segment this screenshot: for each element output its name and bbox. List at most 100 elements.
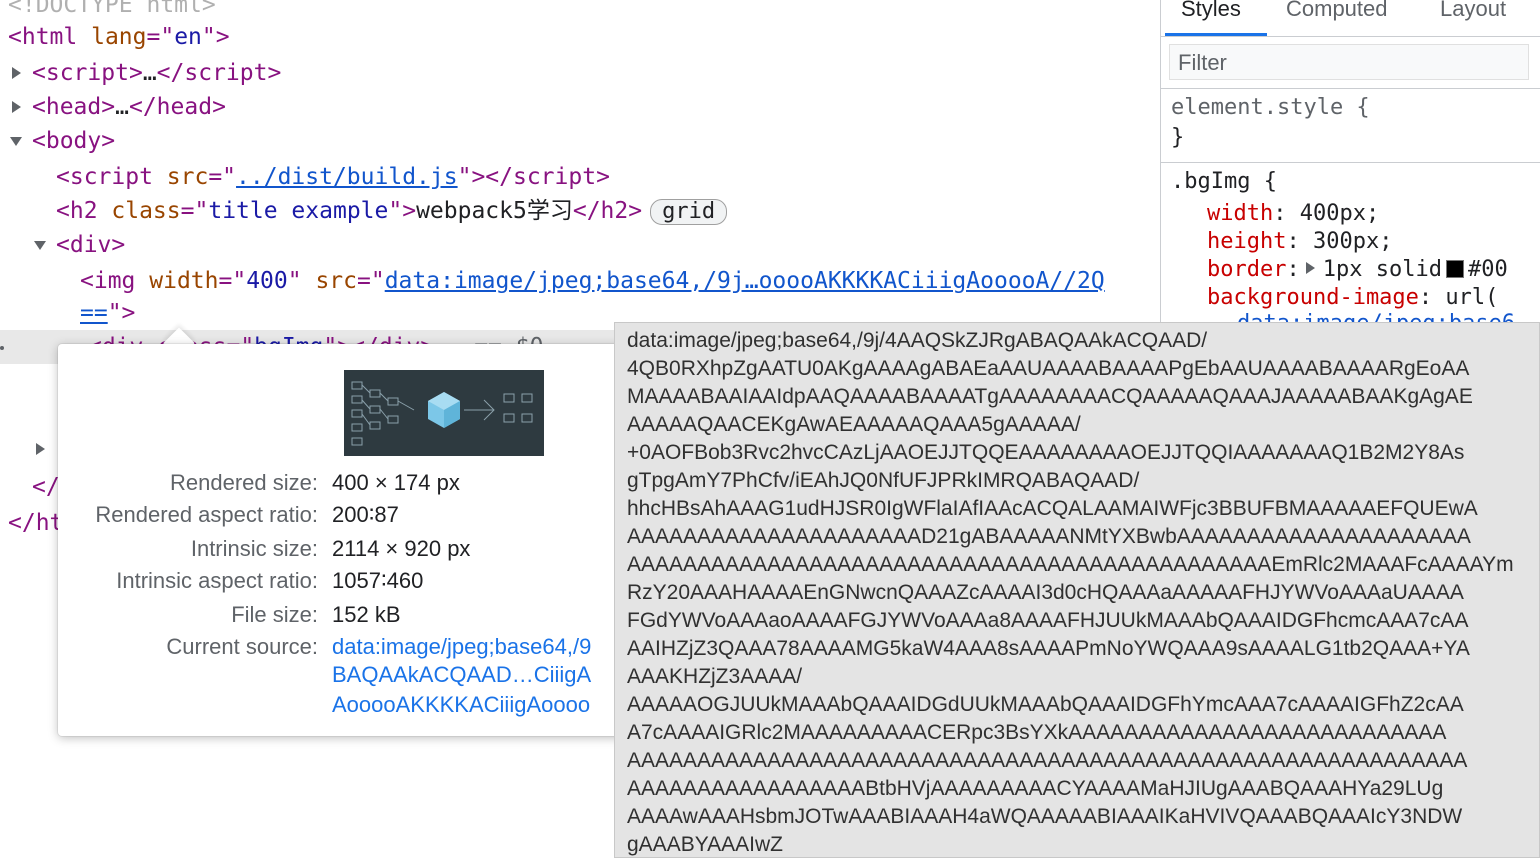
- decl-bgimage-value: url(: [1445, 285, 1499, 310]
- url-line: AAAAAAAAAAAAAAAAAAAAAAAAAAAAAAAAAAAAAAAA…: [627, 749, 1468, 772]
- intrinsic-ratio-value: 1057∶460: [332, 568, 424, 593]
- body-tag: body: [45, 128, 102, 154]
- rule-divider: [1161, 88, 1540, 89]
- decl-border[interactable]: border: 1px solid #00: [1207, 256, 1508, 284]
- tab-styles[interactable]: Styles: [1181, 0, 1241, 30]
- current-source-link-line3[interactable]: AooooAKKKKACiiigAoooo: [332, 692, 590, 718]
- head-node-collapsed[interactable]: <head>…</head>: [32, 90, 226, 124]
- html-close-text: </ht: [8, 510, 64, 536]
- url-line: data:image/jpeg;base64,/9j/4AAQSkZJRgABA…: [627, 329, 1208, 352]
- intrinsic-ratio-label: Intrinsic aspect ratio:: [116, 568, 318, 593]
- expand-node-icon[interactable]: [36, 443, 45, 455]
- decl-border-value: 1px solid: [1322, 257, 1442, 282]
- html-open-node[interactable]: <html lang="en">: [8, 20, 230, 54]
- decl-background-image[interactable]: background-image: url(: [1207, 284, 1498, 312]
- decl-border-color: #00: [1467, 257, 1508, 282]
- decl-bgimage-prop: background-image: [1207, 285, 1419, 310]
- url-line: AAAKHZjZ3AAAA/: [627, 665, 803, 688]
- tab-computed[interactable]: Computed: [1286, 0, 1388, 30]
- file-size-label: File size:: [231, 602, 318, 627]
- decl-height-prop: height: [1207, 229, 1287, 254]
- html-lang-attr: lang: [91, 24, 147, 50]
- html-close-partial[interactable]: </ht: [8, 506, 63, 540]
- html-lang-value: en: [174, 24, 202, 50]
- selection-indicator-icon: [0, 346, 4, 350]
- url-line: AAAAAAAAAAAAAAAAAAAAAD21gABAAAAANMtYXBwb…: [627, 525, 1471, 548]
- rendered-size-value: 400 × 174 px: [332, 470, 460, 495]
- img-src-link-tail[interactable]: ==: [80, 300, 108, 326]
- current-source-link[interactable]: data:image/jpeg;base64,/9: [332, 634, 591, 660]
- decl-height-value: 300px;: [1312, 229, 1393, 254]
- doctype-line[interactable]: <!DOCTYPE html>: [8, 0, 216, 22]
- collapse-div-icon[interactable]: [34, 241, 46, 250]
- expand-script-icon[interactable]: [12, 67, 21, 79]
- url-line: AAAAAAAAAAAAAAAAAAAAAAAAAAAAAAAAAAAAAAAA…: [627, 553, 1514, 576]
- current-source-link-line2[interactable]: BAQAAkACQAAD…CiiigA: [332, 662, 591, 688]
- url-line: hhcHBsAhAAAG1udHJSR0IgWFlaIAfIAAcACQALAA…: [627, 497, 1478, 520]
- script-node-collapsed[interactable]: <script>…</script>: [32, 56, 281, 90]
- url-line: AAAAAAAAAAAAAAAAABtbHVjAAAAAAAAACYAAAAMa…: [627, 777, 1444, 800]
- url-line: AAIHZjZ3QAAA78AAAAMG5kaW4AAA8sAAAAPmNoYW…: [627, 637, 1470, 660]
- element-style-text: element.style {: [1171, 95, 1370, 120]
- file-size-value: 152 kB: [332, 602, 401, 627]
- script-ellipsis: …: [142, 60, 157, 86]
- img-node-continued[interactable]: ==">: [80, 296, 135, 330]
- doctype-text: <!DOCTYPE html>: [8, 0, 216, 18]
- element-style-selector[interactable]: element.style {: [1171, 94, 1370, 122]
- body-close-partial[interactable]: </: [32, 470, 60, 504]
- tab-layout[interactable]: Layout: [1440, 0, 1506, 30]
- sidebar-tabs: Styles Computed Layout: [1161, 0, 1540, 37]
- url-line: AAAAAQAACEKgAwAEAAAAAQAAA5gAAAAA/: [627, 413, 1081, 436]
- intrinsic-size-value: 2114 × 920 px: [332, 536, 471, 561]
- rendered-ratio-label: Rendered aspect ratio:: [95, 502, 318, 527]
- head-close-tag: head: [156, 94, 213, 120]
- html-tag: html: [21, 24, 78, 50]
- img-src-link[interactable]: data:image/jpeg;base64,/9j…ooooAKKKKACii…: [385, 268, 1105, 294]
- expand-head-icon[interactable]: [12, 101, 21, 113]
- data-url-tooltip: data:image/jpeg;base64,/9j/4AAQSkZJRgABA…: [614, 322, 1540, 858]
- body-node[interactable]: <body>: [32, 124, 115, 158]
- head-tag: head: [45, 94, 102, 120]
- color-swatch-icon[interactable]: [1445, 259, 1464, 278]
- decl-height[interactable]: height: 300px;: [1207, 228, 1392, 256]
- h2-class-value: title example: [208, 198, 389, 224]
- expand-border-icon[interactable]: [1305, 262, 1315, 274]
- url-line: +0AOFBob3Rvc2hvcCAzLjAAOEJJTQQEAAAAAAAAO…: [627, 441, 1465, 464]
- bgimg-selector[interactable]: .bgImg {: [1171, 168, 1277, 196]
- decl-border-prop: border: [1207, 257, 1287, 282]
- url-line: AAAAAOGJUUkMAAAbQAAAIDGdUUkMAAAbQAAAIDGF…: [627, 693, 1464, 716]
- url-line: A7cAAAAIGRlc2MAAAAAAAAACERpc3BsYXkAAAAAA…: [627, 721, 1447, 744]
- intrinsic-size-label: Intrinsic size:: [190, 536, 318, 561]
- active-tab-indicator: [1165, 33, 1267, 36]
- webpack-diagram-thumbnail: [344, 370, 544, 456]
- rendered-size-label: Rendered size:: [170, 470, 318, 495]
- img-width-value: 400: [246, 268, 288, 294]
- url-line: MAAAABAAIAAIdpAAQAAAABAAAATgAAAAAAAACQAA…: [627, 385, 1473, 408]
- url-line: RzY20AAAHAAAAEnGNwcnQAAAZcAAAAI3d0cHQAAA…: [627, 581, 1464, 604]
- decl-width-prop: width: [1207, 201, 1274, 226]
- script-src-node[interactable]: <script src="../dist/build.js"></script>: [56, 160, 610, 194]
- rendered-ratio-value: 200∶87: [332, 502, 399, 527]
- h2-node[interactable]: <h2 class="title example">webpack5学习</h2…: [56, 194, 728, 228]
- h2-class-attr: class: [111, 198, 181, 224]
- url-line: AAAAwAAAHsbmJOTwAAABIAAAH4aWQAAAAABIAAAI…: [627, 805, 1463, 828]
- element-style-close: }: [1171, 125, 1185, 150]
- head-ellipsis: …: [115, 94, 129, 120]
- decl-width[interactable]: width: 400px;: [1207, 200, 1379, 228]
- image-thumbnail: [344, 370, 544, 456]
- collapse-body-icon[interactable]: [10, 137, 22, 146]
- url-line: 4QB0RXhpZgAATU0AKgAAAAgABAEaAAUAAAABAAAA…: [627, 357, 1470, 380]
- script-tag: script: [45, 60, 129, 86]
- h2-text: webpack5学习: [416, 198, 573, 224]
- div-node[interactable]: <div>: [56, 228, 125, 262]
- decl-width-value: 400px;: [1299, 201, 1380, 226]
- url-line: gTpgAmY7PhCfv/iEAhJQ0NfUFJPRkIMRQABAQAAD…: [627, 469, 1140, 492]
- img-width-attr: width: [149, 268, 219, 294]
- styles-filter-input[interactable]: Filter: [1169, 44, 1529, 80]
- img-node[interactable]: <img width="400" src="data:image/jpeg;ba…: [80, 264, 1105, 298]
- script-src-link[interactable]: ../dist/build.js: [236, 164, 458, 190]
- script-src-attr: src: [166, 164, 209, 190]
- div-tag: div: [69, 232, 112, 258]
- grid-badge[interactable]: grid: [650, 198, 728, 225]
- image-preview-tooltip: Rendered size: 400 × 174 px Rendered asp…: [58, 344, 630, 736]
